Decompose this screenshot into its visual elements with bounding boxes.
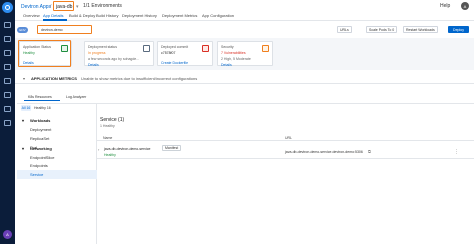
urls-button[interactable]: URLs bbox=[337, 26, 352, 33]
tab-deployment-history[interactable]: Deployment History bbox=[122, 13, 157, 18]
metrics-title: APPLICATION METRICS bbox=[31, 76, 77, 81]
service-title: Service (1) bbox=[100, 117, 125, 123]
bulk-edit-icon[interactable] bbox=[4, 92, 11, 98]
status-card-highlight bbox=[18, 40, 71, 67]
tab-log-analyzer[interactable]: Log Analyzer bbox=[62, 93, 94, 101]
sidebar-group-workloads[interactable]: Workloads bbox=[30, 118, 50, 123]
deploy-button[interactable]: Deploy bbox=[448, 26, 469, 33]
rocket-icon bbox=[143, 45, 150, 52]
tab-overview[interactable]: Overview bbox=[23, 13, 40, 18]
col-url: URL bbox=[285, 136, 293, 140]
user-avatar[interactable]: A bbox=[461, 2, 469, 10]
security-icon[interactable] bbox=[4, 78, 11, 84]
card-title: Security bbox=[221, 45, 234, 49]
sidebar-item-endpointslice[interactable]: EndpointSlice bbox=[30, 155, 54, 160]
global-config-icon[interactable] bbox=[4, 106, 11, 112]
apps-icon[interactable] bbox=[4, 22, 11, 28]
help-menu[interactable]: Help bbox=[440, 3, 450, 9]
card-link[interactable]: Details bbox=[221, 63, 232, 67]
copy-icon[interactable]: ⧉ bbox=[368, 149, 371, 154]
chevron-right-icon[interactable]: › bbox=[98, 147, 99, 152]
breadcrumb-app-name[interactable]: java-db bbox=[56, 4, 72, 10]
service-url[interactable]: java-db-devtron-demo-service.devtron-dem… bbox=[285, 150, 363, 154]
jobs-icon[interactable] bbox=[4, 36, 11, 42]
sidebar-group-networking[interactable]: Networking bbox=[30, 146, 52, 151]
card-title: Deployment status bbox=[88, 45, 117, 49]
sidebar-item-service[interactable]: Service bbox=[30, 172, 43, 177]
card-value: 7 Vulnerabilities bbox=[221, 51, 246, 55]
service-status: Healthy bbox=[104, 153, 116, 157]
manifest-button[interactable]: Manifest bbox=[162, 145, 182, 151]
scale-pods-button[interactable]: Scale Pods To 0 bbox=[366, 26, 398, 33]
tab-build-history[interactable]: Build History bbox=[96, 13, 118, 18]
tab-build-deploy[interactable]: Build & Deploy bbox=[69, 13, 95, 18]
breadcrumb-devtron-apps[interactable]: Devtron Apps bbox=[21, 4, 51, 10]
chevron-down-icon[interactable]: ▾ bbox=[23, 76, 25, 81]
chevron-down-icon[interactable]: ▾ bbox=[76, 4, 79, 10]
kebab-menu-icon[interactable]: ⋮ bbox=[454, 149, 459, 155]
card-link[interactable]: Create Dockerfile bbox=[161, 61, 188, 65]
chart-store-icon[interactable] bbox=[4, 64, 11, 70]
sidebar-item-endpoints[interactable]: Endpoints bbox=[30, 163, 48, 168]
card-title: Deployed commit bbox=[161, 45, 189, 49]
environment-count[interactable]: 1/1 Environments bbox=[83, 3, 122, 9]
tab-app-details[interactable]: App Details bbox=[43, 13, 63, 18]
col-name: Name bbox=[103, 136, 113, 140]
sidebar-selected-bg bbox=[17, 170, 97, 179]
resource-browser-icon[interactable] bbox=[4, 120, 11, 126]
tab-app-configuration[interactable]: App Configuration bbox=[202, 13, 234, 18]
deployment-status-card[interactable]: Deployment status In progress a few seco… bbox=[84, 41, 154, 67]
filter-healthy-chip[interactable]: Healthy 16 bbox=[34, 106, 51, 110]
card-value: In progress bbox=[88, 51, 106, 55]
sidebar-item-replicaset[interactable]: ReplicaSet bbox=[30, 136, 49, 141]
environment-select[interactable]: devtron-demo bbox=[37, 25, 92, 34]
active-tab-indicator bbox=[43, 19, 67, 21]
card-link[interactable]: Details bbox=[88, 63, 99, 67]
service-name[interactable]: java-db-devtron-demo-service bbox=[104, 147, 151, 151]
grid-icon[interactable] bbox=[4, 50, 11, 56]
filter-all-chip[interactable]: All 16 bbox=[21, 105, 31, 111]
rail-avatar[interactable]: A bbox=[3, 230, 12, 239]
sidebar-item-deployment[interactable]: Deployment bbox=[30, 127, 51, 132]
card-detail: a few seconds ago by sohagde... bbox=[88, 57, 140, 61]
tab-k8s-resources[interactable]: K8s Resources bbox=[24, 93, 60, 101]
metrics-message: Unable to show metrics due to insufficie… bbox=[81, 76, 198, 81]
breadcrumb-separator: / bbox=[50, 4, 52, 10]
card-detail: 2 High, 5 Moderate bbox=[221, 57, 251, 61]
tab-deployment-metrics[interactable]: Deployment Metrics bbox=[162, 13, 197, 18]
env-chip: ENV bbox=[17, 27, 28, 33]
application-metrics-bar[interactable]: ▾ APPLICATION METRICS Unable to show met… bbox=[15, 73, 474, 84]
security-card[interactable]: Security 7 Vulnerabilities 2 High, 5 Mod… bbox=[217, 41, 273, 67]
chevron-down-icon[interactable]: ▾ bbox=[22, 146, 24, 151]
restart-workloads-button[interactable]: Restart Workloads bbox=[403, 26, 438, 33]
shield-icon bbox=[262, 45, 269, 52]
card-value: c7578f07 bbox=[161, 51, 176, 55]
chevron-down-icon[interactable]: ▾ bbox=[22, 118, 24, 123]
service-subtitle: 1 Healthy bbox=[100, 124, 115, 128]
commit-icon bbox=[202, 45, 209, 52]
deployed-commit-card[interactable]: Deployed commit c7578f07 Create Dockerfi… bbox=[157, 41, 213, 66]
devtron-logo-icon[interactable] bbox=[2, 2, 13, 13]
